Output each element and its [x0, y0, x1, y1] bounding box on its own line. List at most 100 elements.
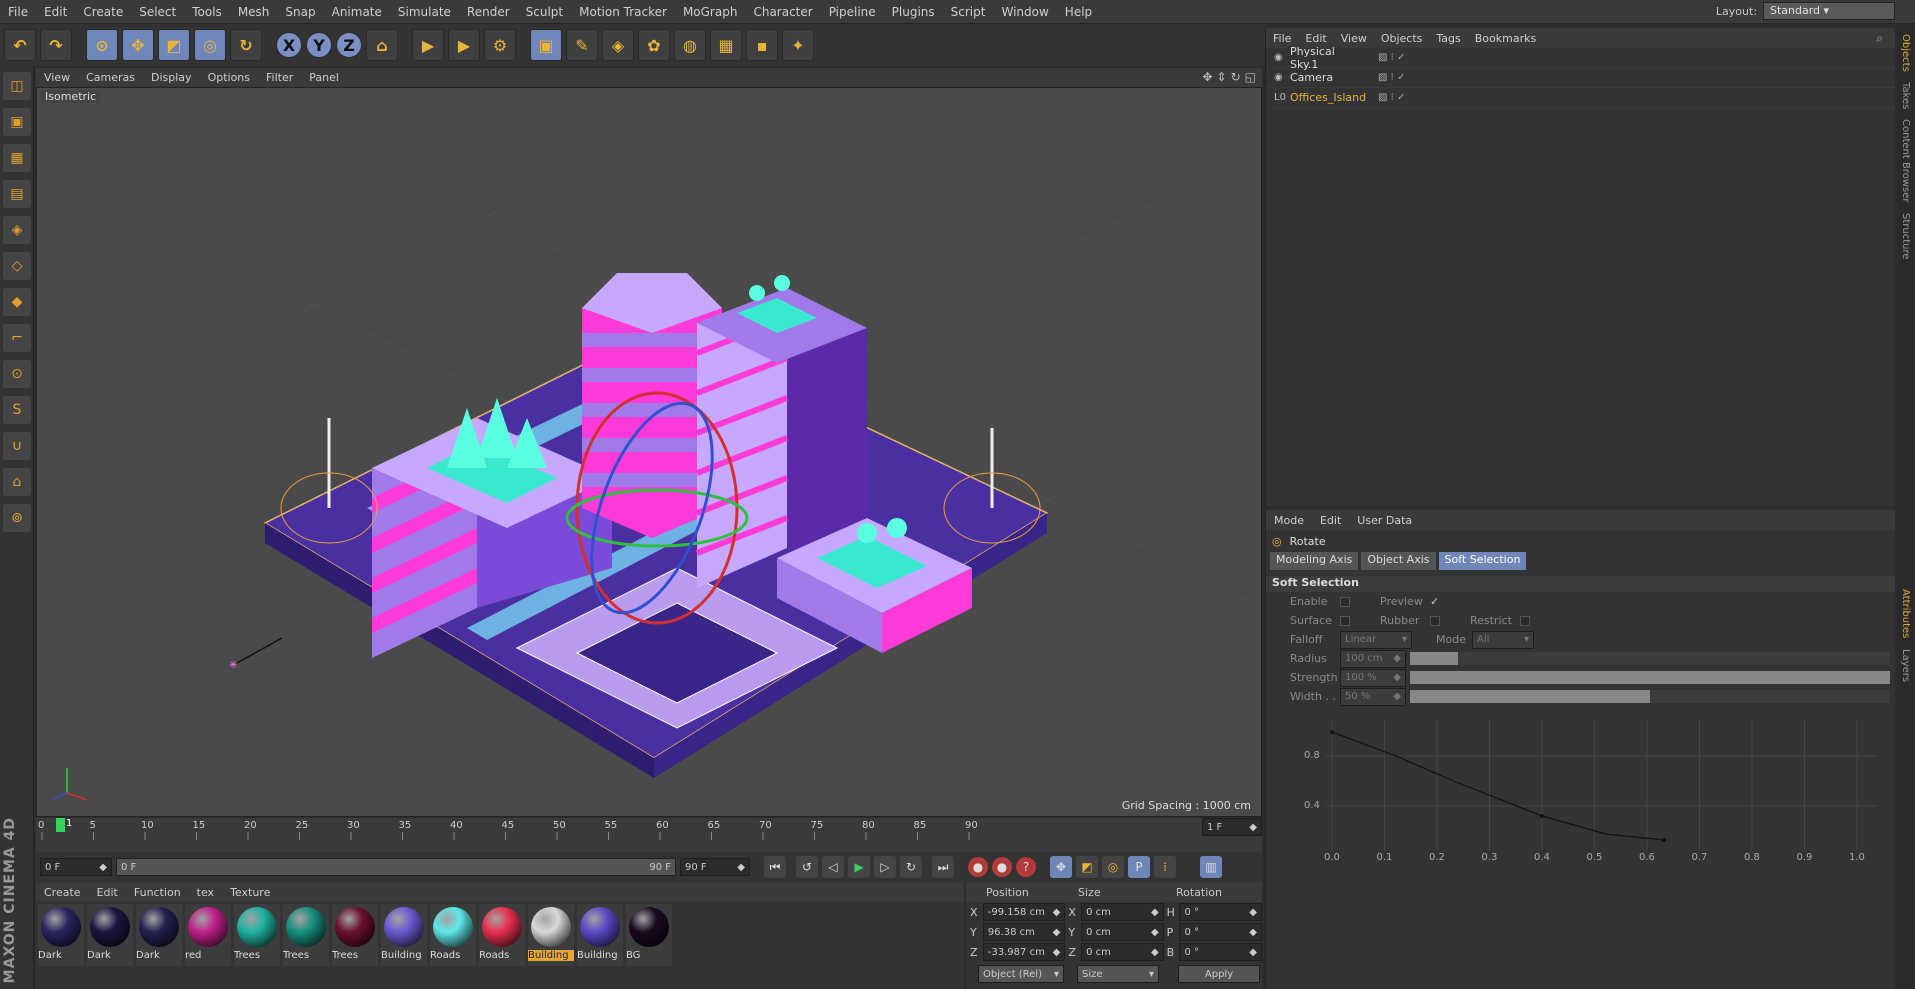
autokey-icon[interactable]: ●: [992, 857, 1012, 877]
menu-snap[interactable]: Snap: [277, 5, 323, 19]
menu-character[interactable]: Character: [745, 5, 820, 19]
pan-icon[interactable]: ✥: [1202, 70, 1212, 84]
apply-button[interactable]: Apply: [1178, 965, 1260, 983]
key-position-icon[interactable]: ✥: [1050, 856, 1072, 878]
record-keys-icon[interactable]: ●: [968, 857, 988, 877]
viewport-menu-filter[interactable]: Filter: [258, 71, 301, 84]
menu-mograph[interactable]: MoGraph: [675, 5, 746, 19]
live-selection-icon[interactable]: ⊙: [86, 29, 118, 61]
polygons-mode-icon[interactable]: ◆: [3, 288, 31, 316]
preview-checkbox[interactable]: ✓: [1430, 595, 1439, 608]
material-menu-edit[interactable]: Edit: [89, 886, 126, 899]
material-swatch[interactable]: Dark: [87, 904, 133, 966]
timeline-window-icon[interactable]: ▥: [1200, 856, 1222, 878]
maximize-view-icon[interactable]: ◱: [1245, 70, 1256, 84]
material-swatch[interactable]: Trees: [234, 904, 280, 966]
model-mode-icon[interactable]: ▣: [3, 108, 31, 136]
pen-icon[interactable]: ✎: [566, 29, 598, 61]
deformer-icon[interactable]: ◍: [674, 29, 706, 61]
enable-checkbox[interactable]: [1340, 596, 1350, 607]
object-menu-tags[interactable]: Tags: [1429, 32, 1467, 45]
material-menu-function[interactable]: Function: [126, 886, 189, 899]
tweak-mode-icon[interactable]: ⊙: [3, 360, 31, 388]
menu-help[interactable]: Help: [1057, 5, 1100, 19]
viewport-3d[interactable]: ✳ Isometric Grid Spacing : 1000 cm: [36, 87, 1262, 817]
tab-soft-selection[interactable]: Soft Selection: [1438, 552, 1527, 570]
menu-mesh[interactable]: Mesh: [230, 5, 278, 19]
axis-mode-icon[interactable]: ⌐: [3, 324, 31, 352]
size-field[interactable]: 0 cm ◆: [1081, 923, 1164, 941]
material-swatch[interactable]: Roads: [430, 904, 476, 966]
viewport-camera-label[interactable]: Isometric: [41, 90, 101, 103]
viewport-menu-panel[interactable]: Panel: [301, 71, 347, 84]
render-view-icon[interactable]: ▶: [412, 29, 444, 61]
material-swatch[interactable]: Building: [577, 904, 623, 966]
magnet-icon[interactable]: ∪: [3, 432, 31, 460]
menu-window[interactable]: Window: [993, 5, 1056, 19]
object-row[interactable]: ◉ Camera ▨ ⁝ ✓: [1266, 68, 1895, 88]
start-frame-field[interactable]: 0 F ◆: [40, 858, 112, 876]
radius-field[interactable]: 100 cm ◆: [1340, 649, 1406, 668]
attribute-menu-edit[interactable]: Edit: [1312, 514, 1349, 527]
object-visibility-flags[interactable]: ▨ ⁝ ✓: [1378, 92, 1405, 103]
zoom-icon[interactable]: ⇕: [1217, 70, 1227, 84]
radius-slider[interactable]: [1410, 652, 1890, 665]
side-tab-objects[interactable]: Objects: [1900, 34, 1911, 72]
coordinate-system-icon[interactable]: ⌂: [366, 29, 398, 61]
menu-plugins[interactable]: Plugins: [884, 5, 943, 19]
attribute-menu-mode[interactable]: Mode: [1266, 514, 1312, 527]
cube-icon[interactable]: ▣: [530, 29, 562, 61]
menu-simulate[interactable]: Simulate: [390, 5, 459, 19]
side-tab-layers[interactable]: Layers: [1900, 649, 1911, 682]
menu-file[interactable]: File: [0, 5, 36, 19]
material-swatch[interactable]: Building: [381, 904, 427, 966]
move-icon[interactable]: ✥: [122, 29, 154, 61]
object-menu-view[interactable]: View: [1334, 32, 1374, 45]
recent-tool-icon[interactable]: ↻: [230, 29, 262, 61]
x-axis-icon[interactable]: X: [276, 32, 302, 58]
material-menu-texture[interactable]: Texture: [222, 886, 278, 899]
size-mode-dropdown[interactable]: Size ▾: [1077, 965, 1159, 983]
orbit-icon[interactable]: ↻: [1231, 70, 1241, 84]
z-axis-icon[interactable]: Z: [336, 32, 362, 58]
scale-icon[interactable]: ◩: [158, 29, 190, 61]
current-frame-field[interactable]: 1 F ◆: [1202, 818, 1262, 836]
cloner-icon[interactable]: ✿: [638, 29, 670, 61]
rotate-icon[interactable]: ◎: [194, 29, 226, 61]
material-swatch[interactable]: Dark: [136, 904, 182, 966]
material-swatch[interactable]: Dark: [38, 904, 84, 966]
object-visibility-flags[interactable]: ▨ ⁝ ✓: [1378, 52, 1405, 63]
object-menu-file[interactable]: File: [1266, 32, 1298, 45]
viewport-menu-view[interactable]: View: [36, 71, 78, 84]
key-parameter-icon[interactable]: P: [1128, 856, 1150, 878]
object-visibility-flags[interactable]: ▨ ⁝ ✓: [1378, 72, 1405, 83]
redo-icon[interactable]: ↷: [40, 29, 72, 61]
menu-render[interactable]: Render: [459, 5, 518, 19]
material-swatch[interactable]: Building: [528, 904, 574, 966]
rubber-checkbox[interactable]: [1430, 615, 1440, 626]
undo-icon[interactable]: ↶: [4, 29, 36, 61]
menu-motion-tracker[interactable]: Motion Tracker: [571, 5, 675, 19]
object-menu-bookmarks[interactable]: Bookmarks: [1468, 32, 1543, 45]
object-row[interactable]: L0 Offices_Island ▨ ⁝ ✓: [1266, 88, 1895, 108]
restrict-checkbox[interactable]: [1520, 615, 1530, 626]
lock-workplane-icon[interactable]: ⌂: [3, 468, 31, 496]
position-field[interactable]: 96.38 cm ◆: [982, 923, 1066, 941]
snap-icon[interactable]: S: [3, 396, 31, 424]
edges-mode-icon[interactable]: ◇: [3, 252, 31, 280]
floor-icon[interactable]: ▦: [710, 29, 742, 61]
mode-dropdown[interactable]: All ▾: [1472, 630, 1534, 649]
play-icon[interactable]: ▶: [848, 856, 870, 878]
menu-script[interactable]: Script: [943, 5, 994, 19]
loop-icon[interactable]: ↺: [796, 856, 818, 878]
key-rotation-icon[interactable]: ◎: [1102, 856, 1124, 878]
rotation-field[interactable]: 0 ° ◆: [1179, 943, 1262, 961]
material-swatch[interactable]: Trees: [283, 904, 329, 966]
rotation-field[interactable]: 0 ° ◆: [1179, 903, 1262, 921]
material-swatch[interactable]: Roads: [479, 904, 525, 966]
playhead[interactable]: [56, 818, 65, 832]
make-editable-icon[interactable]: ◫: [3, 72, 31, 100]
material-swatch[interactable]: Trees: [332, 904, 378, 966]
attribute-menu-user-data[interactable]: User Data: [1349, 514, 1420, 527]
go-to-end-icon[interactable]: ↻: [900, 856, 922, 878]
